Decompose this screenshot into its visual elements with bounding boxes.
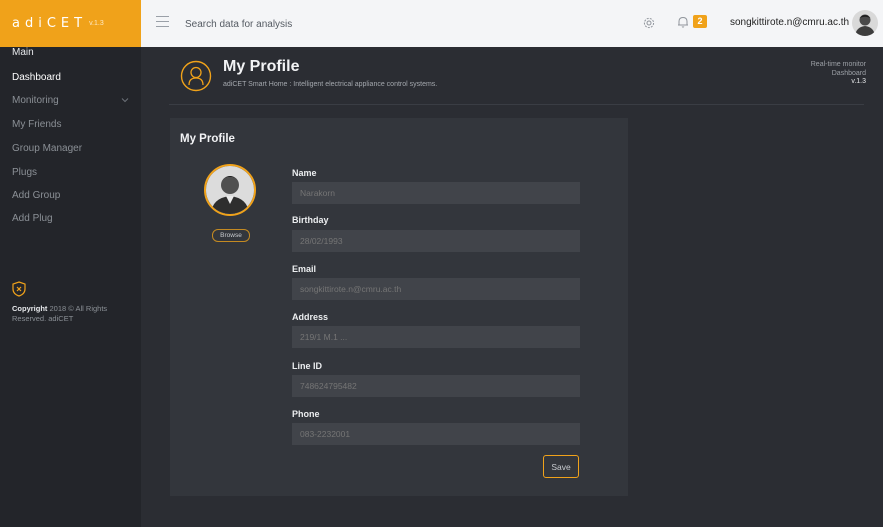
avatar[interactable] xyxy=(852,10,878,36)
brand-name: adiCET xyxy=(12,16,88,31)
sidebar-item-monitoring[interactable]: Monitoring xyxy=(12,95,59,106)
address-field[interactable] xyxy=(292,326,580,348)
browse-button[interactable]: Browse xyxy=(212,229,250,242)
bell-icon[interactable] xyxy=(676,15,690,29)
line-id-label: Line ID xyxy=(292,361,323,371)
email-field[interactable] xyxy=(292,278,580,300)
card-title: My Profile xyxy=(180,133,235,145)
address-label: Address xyxy=(292,312,329,322)
sidebar-item-plugs[interactable]: Plugs xyxy=(12,167,37,178)
name-field[interactable] xyxy=(292,182,580,204)
realtime-monitor-label: Real-time monitor Dashboard v.1.3 xyxy=(811,61,866,87)
brand-logo[interactable]: adiCET v.1.3 xyxy=(0,0,141,47)
shield-x-icon xyxy=(12,281,26,297)
sidebar-item-group-manager[interactable]: Group Manager xyxy=(12,143,82,154)
search-input[interactable] xyxy=(185,14,485,34)
gear-icon[interactable] xyxy=(642,16,656,30)
hamburger-menu-icon[interactable] xyxy=(156,16,169,28)
notification-badge[interactable]: 2 xyxy=(693,15,707,28)
top-bar: adiCET v.1.3 2 songkittirote.n@cmru.ac.t… xyxy=(0,0,883,47)
email-label: Email xyxy=(292,264,317,274)
header-divider xyxy=(169,104,864,105)
copyright-bold: Copyright xyxy=(12,304,48,313)
realtime-line1: Real-time monitor xyxy=(810,61,866,68)
copyright-text: Copyright 2018 © All Rights Reserved. ad… xyxy=(12,304,137,324)
realtime-version: v.1.3 xyxy=(851,78,866,85)
sidebar-item-add-plug[interactable]: Add Plug xyxy=(12,213,53,224)
name-label: Name xyxy=(292,168,317,178)
line-id-field[interactable] xyxy=(292,375,580,397)
profile-card: My Profile Browse Name Birthday Email Ad… xyxy=(170,118,628,496)
user-email[interactable]: songkittirote.n@cmru.ac.th xyxy=(730,17,849,28)
sidebar-item-add-group[interactable]: Add Group xyxy=(12,190,60,201)
sidebar-item-main[interactable]: Main xyxy=(12,47,34,58)
page-title: My Profile xyxy=(223,58,300,75)
page-subtitle: adiCET Smart Home : Intelligent electric… xyxy=(223,81,438,88)
chevron-down-icon[interactable] xyxy=(121,97,129,103)
realtime-line2: Dashboard xyxy=(831,69,866,77)
save-button[interactable]: Save xyxy=(543,455,579,478)
birthday-label: Birthday xyxy=(292,215,329,225)
phone-label: Phone xyxy=(292,409,320,419)
brand-version: v.1.3 xyxy=(89,20,104,27)
user-circle-icon xyxy=(180,60,212,92)
birthday-field[interactable] xyxy=(292,230,580,252)
profile-photo xyxy=(204,164,256,216)
sidebar-item-dashboard[interactable]: Dashboard xyxy=(12,72,61,83)
sidebar-item-my-friends[interactable]: My Friends xyxy=(12,119,61,130)
phone-field[interactable] xyxy=(292,423,580,445)
